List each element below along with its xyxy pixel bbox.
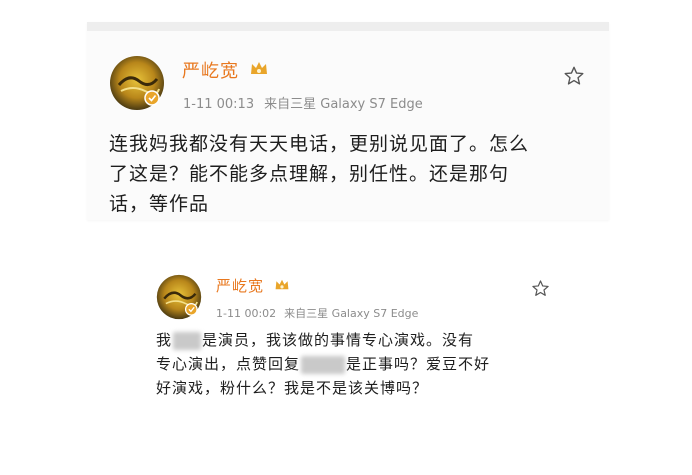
post-meta: 1-11 00:13 来自三星 Galaxy S7 Edge: [183, 93, 423, 112]
blurred-text: [173, 331, 202, 350]
content-line: 连我妈我都没有天天电话，更别说见面了。怎么: [109, 133, 530, 155]
star-icon[interactable]: [563, 65, 585, 87]
post-meta: 1-11 00:02 来自三星 Galaxy S7 Edge: [216, 305, 418, 321]
weibo-post-card: 严屹宽 1-11 00:02 来自三星 Galaxy S7 Edge 我 是演员，我…: [150, 262, 570, 442]
star-icon[interactable]: [531, 279, 550, 298]
blurred-text: [301, 355, 346, 374]
post-content: 我 是演员，我该做的事情专心演戏。没有 专心演出，点赞回复 是正事吗？爱豆不好 好演…: [156, 328, 556, 400]
content-line: 专心演出，点赞回复 是正事吗？爱豆不好: [156, 352, 556, 376]
screenshot-collage: 严屹宽 1-11 00:13 来自三星 Galaxy S7 Edge 连我妈我都没…: [0, 0, 692, 475]
verified-badge-icon: [144, 90, 160, 106]
post-date: 1-11 00:13: [183, 97, 255, 112]
content-text: 专心演出，点赞回复: [156, 355, 301, 373]
content-line: 我 是演员，我该做的事情专心演戏。没有: [156, 328, 556, 352]
avatar[interactable]: [156, 274, 202, 320]
username[interactable]: 严屹宽: [216, 275, 264, 296]
content-line: 了这是？能不能多点理解，别任性。还是那句: [109, 163, 510, 185]
avatar[interactable]: [109, 55, 165, 111]
verified-badge-icon: [184, 302, 198, 316]
content-text: 我: [156, 331, 173, 349]
content-line: 好演戏，粉什么？我是不是该关博吗？: [156, 379, 429, 397]
vip-crown-icon: [275, 279, 289, 290]
weibo-post-card: 严屹宽 1-11 00:13 来自三星 Galaxy S7 Edge 连我妈我都没…: [87, 22, 609, 220]
content-text: 是演员，我该做的事情专心演戏。没有: [202, 331, 475, 349]
content-text: 是正事吗？爱豆不好: [346, 355, 491, 373]
post-source: 来自三星 Galaxy S7 Edge: [264, 97, 423, 112]
content-line: 话，等作品: [109, 193, 210, 215]
post-source: 来自三星 Galaxy S7 Edge: [284, 307, 419, 320]
vip-crown-icon: [251, 62, 267, 74]
post-date: 1-11 00:02: [216, 307, 277, 320]
username[interactable]: 严屹宽: [182, 57, 239, 83]
post-content: 连我妈我都没有天天电话，更别说见面了。怎么 了这是？能不能多点理解，别任性。还是…: [109, 129, 589, 219]
